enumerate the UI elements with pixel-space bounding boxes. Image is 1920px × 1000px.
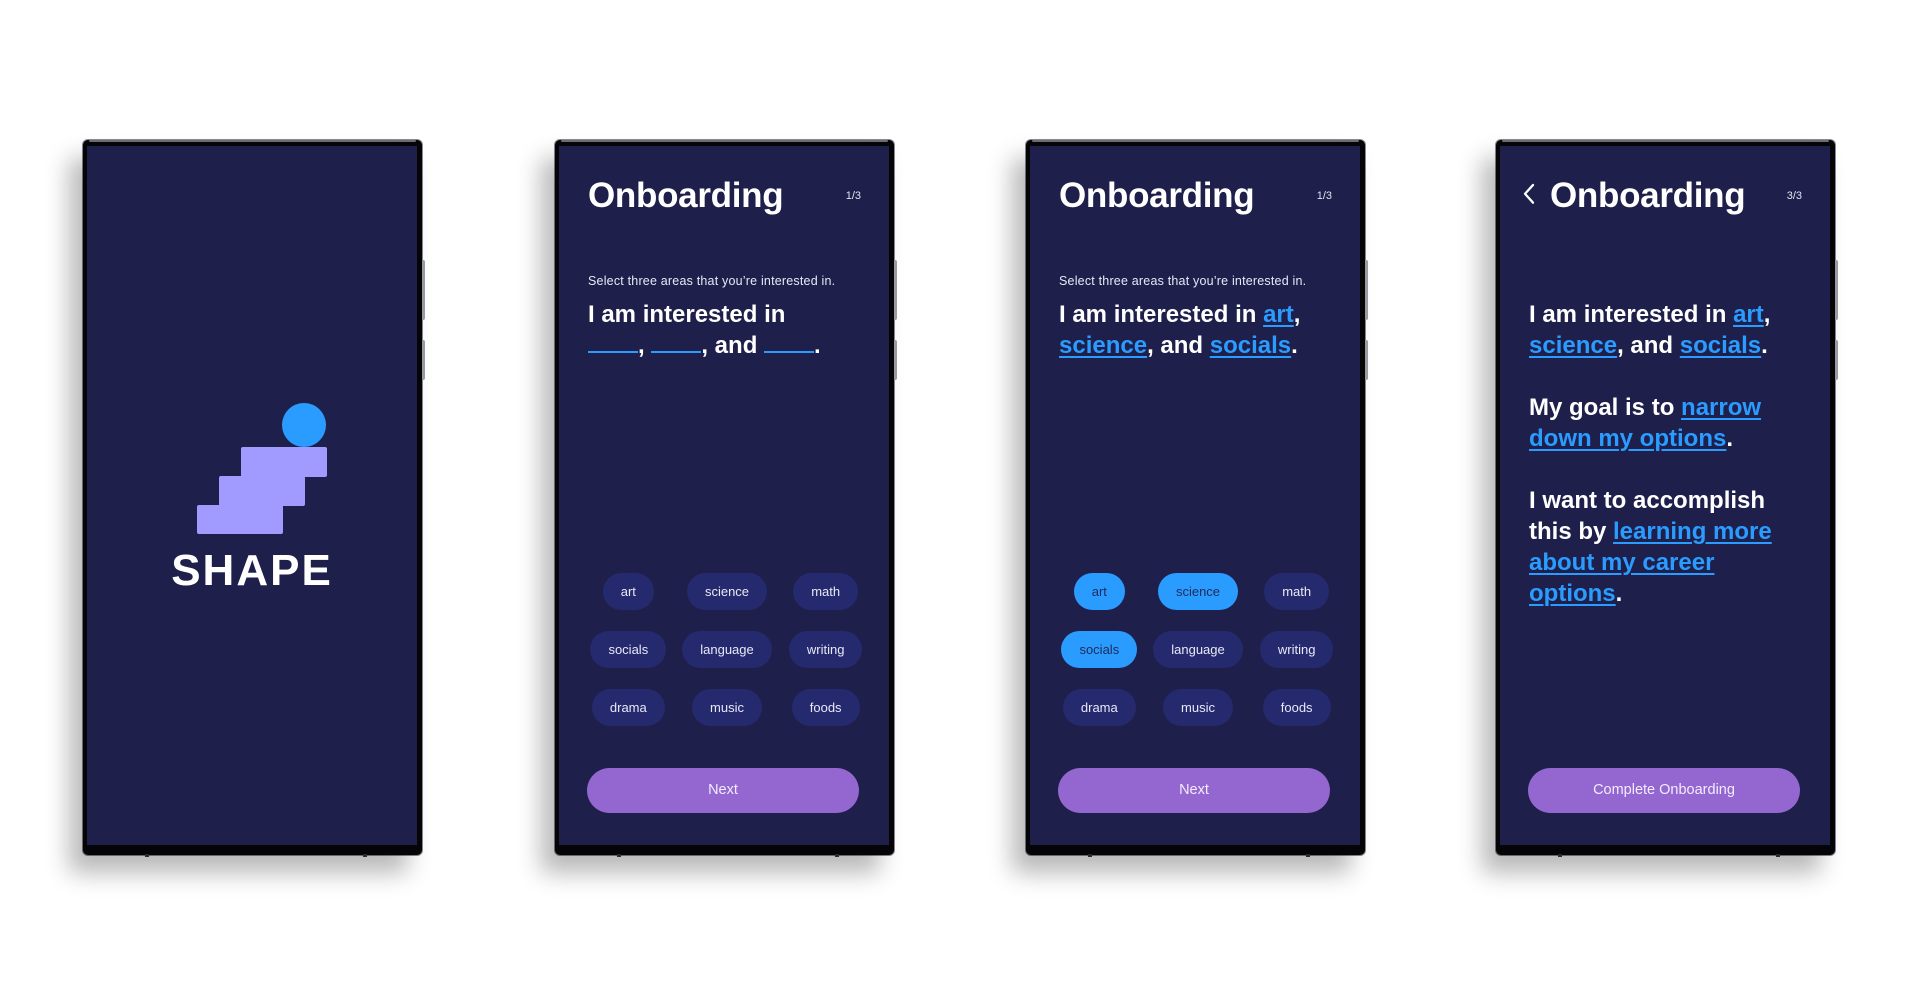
statement-end: . [1761,332,1768,359]
chip-art[interactable]: art [1073,573,1125,610]
chip-language[interactable]: language [682,631,772,668]
interest-chip-grid: art science math socials language writin… [579,573,875,726]
blank-slot-3 [764,333,815,353]
instruction-text: Select three areas that you’re intereste… [1059,274,1307,288]
chip-science[interactable]: science [686,573,768,610]
logo-ball [282,403,326,447]
statement-end: . [814,332,821,359]
phone-onboarding-empty: Onboarding 1/3 Select three areas that y… [555,140,897,857]
selected-interest-3[interactable]: socials [1210,332,1291,359]
logo-step-middle [219,476,305,506]
chip-drama[interactable]: drama [591,689,665,726]
step-indicator: 1/3 [1316,190,1332,202]
logo-step-top [241,447,327,477]
statement-end: . [1726,425,1733,452]
chip-socials[interactable]: socials [1061,631,1138,668]
goal-statement: My goal is to narrow down my options. [1529,392,1808,454]
instruction-text: Select three areas that you’re intereste… [588,274,836,288]
header: Onboarding 1/3 [1059,174,1338,218]
chip-math[interactable]: math [793,573,859,610]
phone-onboarding-summary: Onboarding 3/3 I am interested in art, s… [1496,140,1838,857]
phone-foot [363,854,367,857]
phone-splash: SHAPE [83,140,425,857]
onboarding-summary-screen: Onboarding 3/3 I am interested in art, s… [1500,146,1830,845]
statement-end: . [1291,332,1298,359]
statement-sep: , and [1617,332,1674,359]
chip-socials[interactable]: socials [590,631,667,668]
chip-writing[interactable]: writing [1259,631,1334,668]
selected-interest-2[interactable]: science [1059,332,1147,359]
statement-end: . [1615,580,1623,607]
phone-foot [1306,854,1310,857]
chip-art[interactable]: art [602,573,654,610]
statement-prefix: I am interested in [1059,301,1257,328]
statement-sep: , and [1147,332,1204,359]
statement-prefix: My goal is to [1529,394,1675,421]
chip-math[interactable]: math [1264,573,1330,610]
statement-sep: , [638,332,645,359]
phone-onboarding-selected: Onboarding 1/3 Select three areas that y… [1026,140,1368,857]
side-button [894,340,897,380]
phone-foot [1558,854,1562,857]
statement-prefix: I am interested in [1529,301,1727,328]
onboarding-summary: I am interested in art, science, and soc… [1529,299,1808,640]
statement-sep: , and [701,332,758,359]
chip-music[interactable]: music [1163,689,1233,726]
step-indicator: 1/3 [845,190,861,202]
page-title: Onboarding [1550,176,1746,215]
side-button [894,260,897,320]
selected-interest-2[interactable]: science [1529,332,1617,359]
logo-step-bottom [197,505,283,534]
chip-drama[interactable]: drama [1062,689,1136,726]
interest-statement: I am interested in art, science, and soc… [1529,299,1808,361]
phone-foot [617,854,621,857]
next-button[interactable]: Next [587,768,859,813]
statement-sep: , [1763,301,1771,328]
next-button[interactable]: Next [1058,768,1330,813]
onboarding-screen: Onboarding 1/3 Select three areas that y… [1030,146,1360,845]
selected-interest-1[interactable]: art [1733,301,1764,328]
side-button [422,260,425,320]
interest-statement: I am interested in , , and . [588,299,869,361]
interest-chip-grid: art science math socials language writin… [1050,573,1346,726]
side-button [1365,340,1368,380]
chip-music[interactable]: music [692,689,762,726]
phone-foot [1088,854,1092,857]
statement-prefix: I am interested in [588,301,786,328]
page-title: Onboarding [1059,176,1255,215]
side-button [422,340,425,380]
blank-slot-1 [588,333,638,353]
blank-slot-2 [651,333,702,353]
complete-onboarding-button[interactable]: Complete Onboarding [1528,768,1800,813]
method-statement: I want to accomplish this by learning mo… [1529,485,1808,609]
chip-language[interactable]: language [1153,631,1243,668]
header: Onboarding 3/3 [1522,174,1808,218]
onboarding-screen: Onboarding 1/3 Select three areas that y… [559,146,889,845]
chevron-left-icon[interactable] [1522,182,1550,211]
side-button [1835,340,1838,380]
side-button [1835,260,1838,320]
interest-statement: I am interested in art, science, and soc… [1059,299,1340,361]
chip-foods[interactable]: foods [1262,689,1331,726]
header: Onboarding 1/3 [588,174,867,218]
chip-science[interactable]: science [1157,573,1239,610]
splash-screen: SHAPE [87,146,417,845]
phone-foot [1776,854,1780,857]
page-title: Onboarding [588,176,784,215]
chip-writing[interactable]: writing [788,631,863,668]
phone-foot [145,854,149,857]
chip-foods[interactable]: foods [791,689,860,726]
statement-sep: , [1293,301,1301,328]
selected-interest-1[interactable]: art [1263,301,1294,328]
brand-wordmark: SHAPE [171,546,333,595]
selected-interest-3[interactable]: socials [1680,332,1761,359]
side-button [1365,260,1368,320]
phone-foot [835,854,839,857]
step-indicator: 3/3 [1786,190,1802,202]
